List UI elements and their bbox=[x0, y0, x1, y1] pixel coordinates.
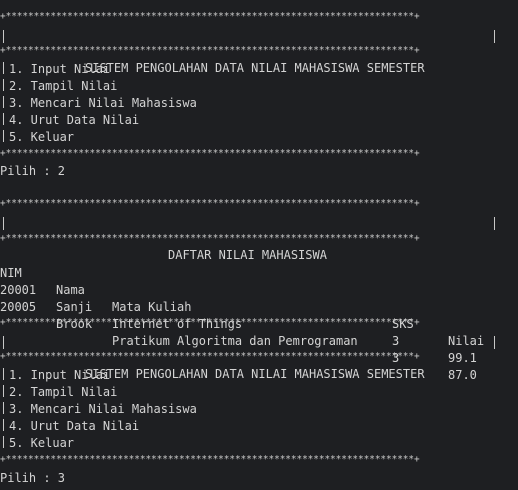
menu-item-tampil: 2. Tampil Nilai bbox=[0, 384, 117, 401]
menu-left-bar bbox=[3, 402, 4, 414]
menu-item-urut: 4. Urut Data Nilai bbox=[0, 112, 139, 129]
menu-border-top: +***************************************… bbox=[0, 11, 420, 22]
table-header: NIM Nama Mata Kuliah SKS Nilai bbox=[0, 248, 500, 348]
table-row: 20005 Brook Pratikum Algoritma dan Pemro… bbox=[0, 282, 500, 382]
menu-border-bottom: +***************************************… bbox=[0, 148, 420, 159]
menu-left-bar bbox=[3, 96, 4, 108]
menu-item-keluar: 5. Keluar bbox=[0, 435, 74, 452]
menu-left-bar bbox=[3, 368, 4, 380]
menu-border-mid: +***************************************… bbox=[0, 45, 420, 56]
menu-item-cari: 3. Mencari Nilai Mahasiswa bbox=[0, 95, 197, 112]
title-right-bar bbox=[494, 217, 495, 230]
menu-left-bar bbox=[3, 113, 4, 125]
menu-item-input: 1. Input Nilai bbox=[0, 367, 110, 384]
terminal-output[interactable]: +***************************************… bbox=[0, 0, 518, 490]
table-border-mid: +***************************************… bbox=[0, 233, 420, 244]
menu-title-row: SISTEM PENGOLAHAN DATA NILAI MAHASISWA S… bbox=[0, 332, 500, 381]
menu-title-row: SISTEM PENGOLAHAN DATA NILAI MAHASISWA S… bbox=[0, 26, 500, 75]
choice-prompt: Pilih : 3 bbox=[0, 471, 66, 485]
menu-title: SISTEM PENGOLAHAN DATA NILAI MAHASISWA S… bbox=[85, 367, 425, 381]
menu-left-bar bbox=[3, 385, 4, 397]
menu-border-bottom: +***************************************… bbox=[0, 454, 420, 465]
menu-item-tampil: 2. Tampil Nilai bbox=[0, 78, 117, 95]
menu-border-top: +***************************************… bbox=[0, 317, 420, 328]
title-left-bar bbox=[3, 217, 4, 230]
menu-left-bar bbox=[3, 79, 4, 91]
menu-left-bar bbox=[3, 62, 4, 74]
choice-prompt: Pilih : 2 bbox=[0, 164, 66, 178]
table-title-row: DAFTAR NILAI MAHASISWA bbox=[0, 213, 500, 262]
menu-left-bar bbox=[3, 419, 4, 431]
menu-title: SISTEM PENGOLAHAN DATA NILAI MAHASISWA S… bbox=[85, 61, 425, 75]
menu-item-input: 1. Input Nilai bbox=[0, 61, 110, 78]
menu-border-mid: +***************************************… bbox=[0, 351, 420, 362]
menu-left-bar bbox=[3, 436, 4, 448]
menu-item-cari: 3. Mencari Nilai Mahasiswa bbox=[0, 401, 197, 418]
menu-item-keluar: 5. Keluar bbox=[0, 129, 74, 146]
menu-left-bar bbox=[3, 130, 4, 142]
table-border-top: +***************************************… bbox=[0, 198, 420, 209]
table-row: 20001 Sanji Internet of Things 3 99.1 bbox=[0, 265, 500, 365]
cell-nilai: 87.0 bbox=[448, 368, 477, 382]
menu-item-urut: 4. Urut Data Nilai bbox=[0, 418, 139, 435]
